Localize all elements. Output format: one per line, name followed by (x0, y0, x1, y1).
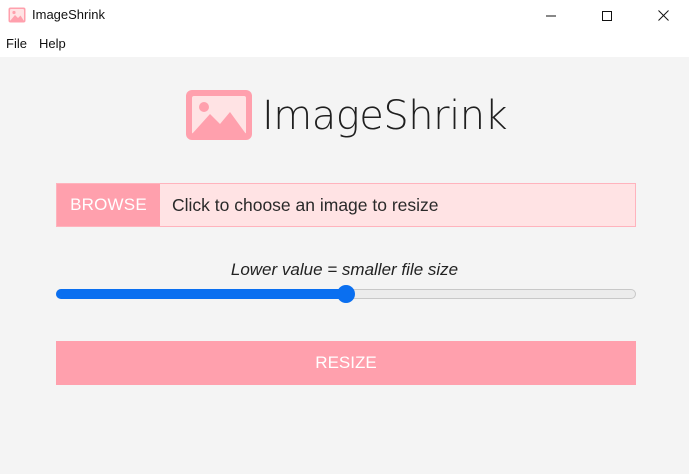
quality-label: Lower value = smaller file size (230, 260, 459, 279)
main-content: ImageShrink BROWSE Click to choose an im… (0, 57, 689, 474)
file-picker[interactable]: BROWSE Click to choose an image to resiz… (56, 183, 636, 227)
app-window: ImageShrink File Help ImageShrink BROWSE… (0, 0, 689, 474)
slider-fill (56, 289, 346, 299)
minimize-button[interactable] (528, 0, 574, 31)
menu-item-file[interactable]: File (0, 31, 33, 57)
minimize-icon (546, 15, 556, 16)
app-title: ImageShrink (262, 93, 508, 139)
browse-button[interactable]: BROWSE (57, 184, 160, 226)
maximize-icon (602, 10, 612, 21)
menu-item-help[interactable]: Help (33, 31, 72, 57)
maximize-button[interactable] (584, 0, 630, 31)
resize-button[interactable]: RESIZE (56, 341, 636, 385)
slider-thumb[interactable] (337, 285, 355, 303)
image-icon (8, 7, 26, 23)
image-icon (186, 90, 252, 140)
quality-slider[interactable] (56, 285, 636, 303)
close-icon (657, 10, 669, 21)
close-button[interactable] (640, 0, 686, 31)
window-title: ImageShrink (32, 7, 105, 22)
title-bar: ImageShrink (0, 0, 689, 31)
menu-bar: File Help (0, 31, 689, 57)
file-picker-label[interactable]: Click to choose an image to resize (160, 184, 635, 226)
